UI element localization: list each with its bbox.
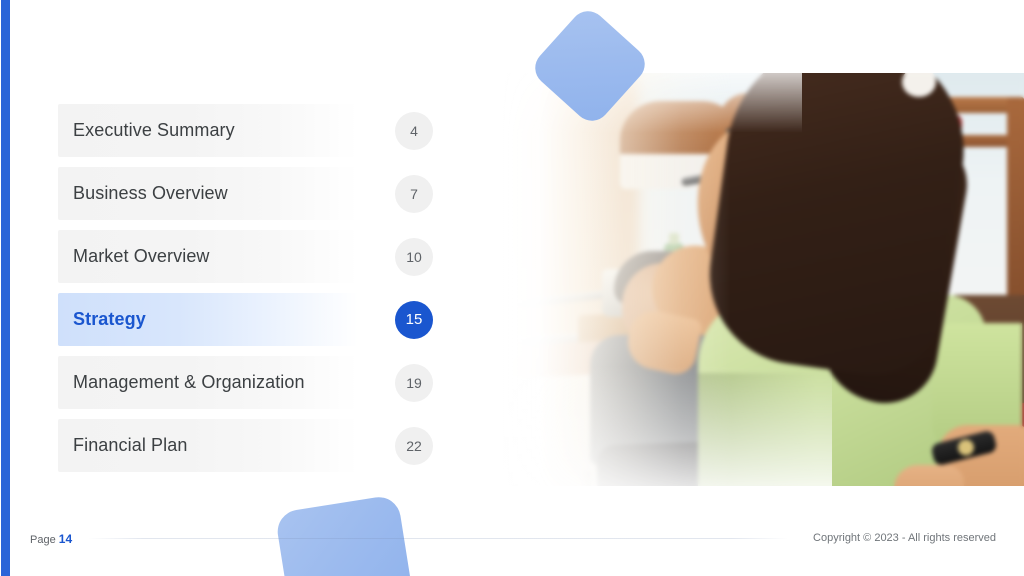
toc-item-page-badge: 19 (395, 363, 433, 402)
toc-item-page-badge: 22 (395, 426, 433, 465)
toc-item-label: Market Overview (73, 246, 210, 266)
copyright-text: Copyright © 2023 - All rights reserved (813, 532, 996, 544)
slide-footer: Page 14 Copyright © 2023 - All rights re… (0, 516, 1024, 576)
page-number: 14 (58, 532, 73, 546)
table-of-contents: Executive Summary 4 Business Overview 7 … (58, 104, 438, 482)
toc-item-page-badge: 15 (395, 300, 433, 339)
toc-item-label: Financial Plan (73, 435, 188, 455)
toc-item-label: Business Overview (73, 183, 228, 203)
footer-divider (88, 538, 788, 539)
left-accent-bar (1, 0, 10, 576)
hero-photo (502, 73, 1024, 486)
page-label: Page (30, 534, 56, 546)
photo-fade-bottom (502, 366, 832, 486)
toc-item-executive-summary[interactable]: Executive Summary 4 (58, 104, 438, 157)
toc-item-label: Executive Summary (73, 120, 235, 140)
toc-item-page-badge: 7 (395, 174, 433, 213)
toc-item-page-badge: 4 (395, 111, 433, 150)
page-indicator: Page 14 (30, 532, 72, 546)
toc-item-strategy[interactable]: Strategy 15 (58, 293, 438, 346)
toc-item-financial-plan[interactable]: Financial Plan 22 (58, 419, 438, 472)
toc-item-business-overview[interactable]: Business Overview 7 (58, 167, 438, 220)
toc-item-market-overview[interactable]: Market Overview 10 (58, 230, 438, 283)
toc-item-label: Management & Organization (73, 372, 305, 392)
toc-item-management-organization[interactable]: Management & Organization 19 (58, 356, 438, 409)
toc-item-label: Strategy (73, 309, 146, 329)
toc-item-page-badge: 10 (395, 237, 433, 276)
